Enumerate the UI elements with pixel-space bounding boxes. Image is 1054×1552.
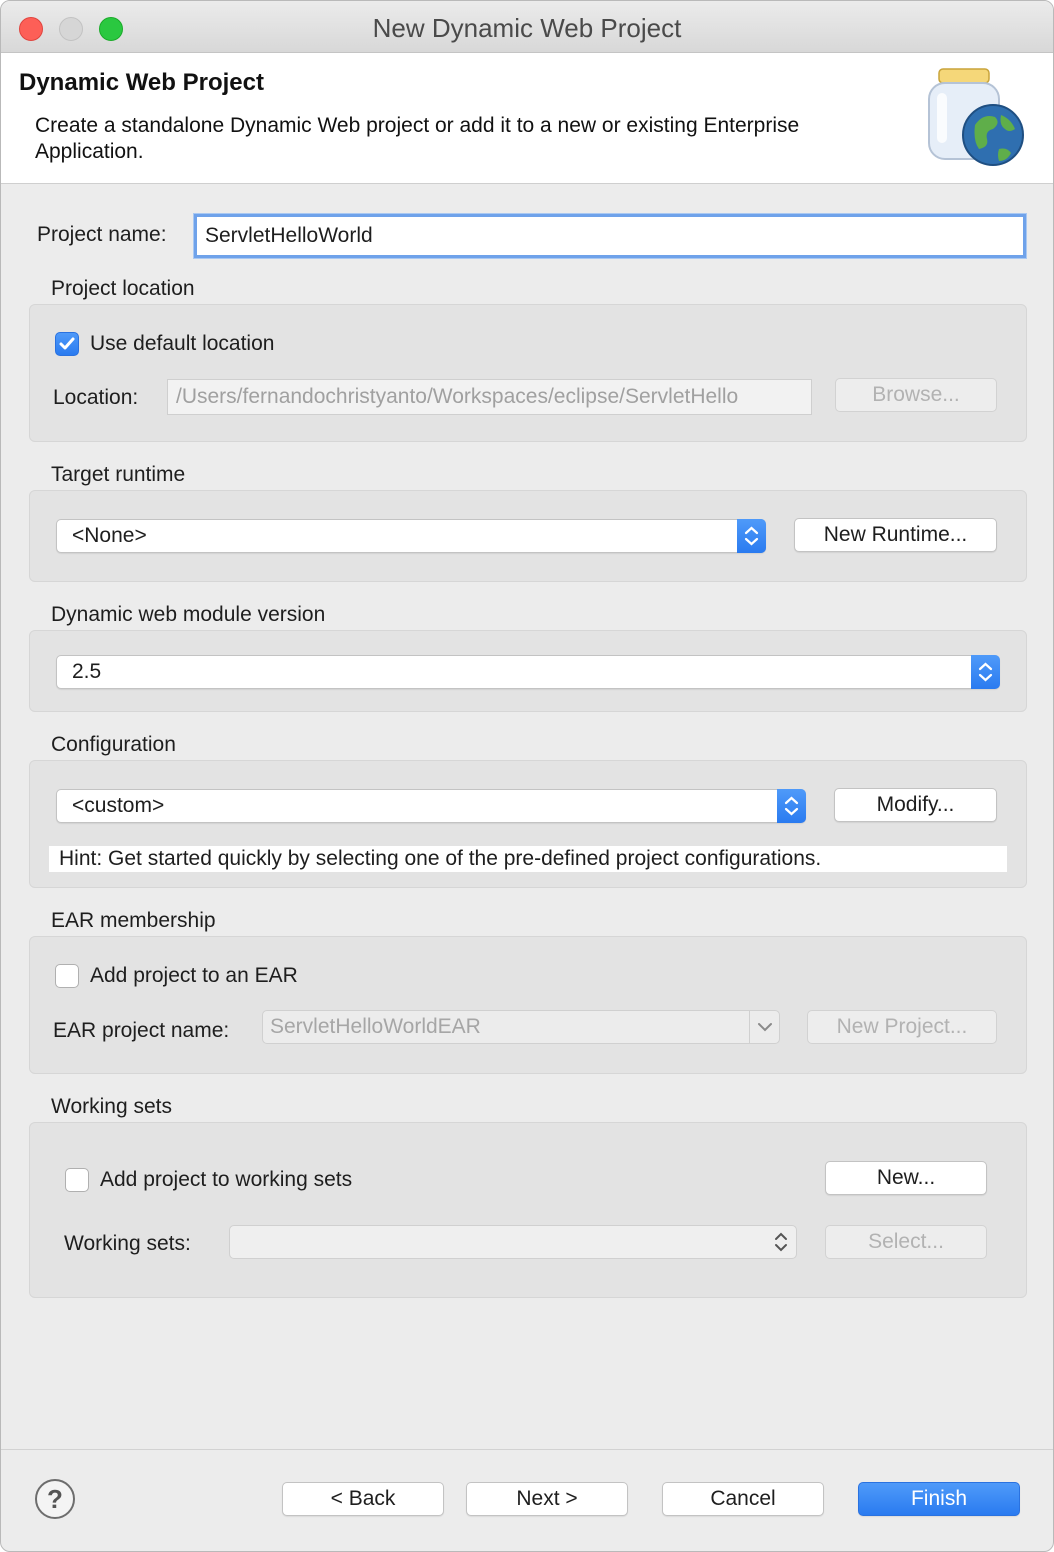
back-button[interactable]: < Back	[282, 1482, 444, 1516]
project-location-heading: Project location	[51, 277, 195, 300]
use-default-location-checkbox[interactable]	[55, 332, 79, 356]
configuration-heading: Configuration	[51, 733, 176, 756]
next-button[interactable]: Next >	[466, 1482, 628, 1516]
add-to-ear-checkbox[interactable]	[55, 964, 79, 988]
module-version-heading: Dynamic web module version	[51, 603, 326, 626]
target-runtime-heading: Target runtime	[51, 463, 186, 486]
target-runtime-group: <None> New Runtime...	[29, 490, 1027, 582]
select-working-sets-button: Select...	[825, 1225, 987, 1259]
window-title: New Dynamic Web Project	[372, 13, 682, 43]
banner-title: Dynamic Web Project	[19, 69, 264, 96]
module-version-group: 2.5	[29, 630, 1027, 712]
ear-membership-heading: EAR membership	[51, 909, 216, 932]
new-runtime-button[interactable]: New Runtime...	[794, 518, 997, 552]
project-name-label: Project name:	[37, 223, 167, 246]
use-default-location-label: Use default location	[90, 332, 275, 355]
ear-project-name-label: EAR project name:	[53, 1019, 230, 1042]
add-to-working-sets-checkbox[interactable]	[65, 1168, 89, 1192]
project-location-group: Use default location Location: /Users/fe…	[29, 304, 1027, 442]
footer-divider	[1, 1449, 1053, 1450]
location-input: /Users/fernandochristyanto/Workspaces/ec…	[167, 379, 812, 415]
checkmark-icon	[59, 337, 75, 350]
chevron-down-icon	[749, 1011, 779, 1043]
configuration-select[interactable]: <custom>	[56, 789, 806, 823]
browse-button: Browse...	[835, 378, 997, 412]
ear-project-name-select: ServletHelloWorldEAR	[262, 1010, 780, 1044]
working-sets-select	[229, 1225, 797, 1259]
up-down-arrows-icon	[766, 1226, 796, 1258]
target-runtime-select[interactable]: <None>	[56, 519, 766, 553]
up-down-arrows-icon	[737, 519, 766, 553]
dialog-window: New Dynamic Web Project Dynamic Web Proj…	[0, 0, 1054, 1552]
new-working-set-button[interactable]: New...	[825, 1161, 987, 1195]
target-runtime-value: <None>	[72, 524, 147, 547]
project-name-input[interactable]: ServletHelloWorld	[194, 214, 1026, 258]
title-bar[interactable]: New Dynamic Web Project	[1, 1, 1053, 53]
configuration-hint: Hint: Get started quickly by selecting o…	[49, 846, 1007, 872]
web-project-jar-globe-icon	[928, 68, 1024, 166]
wizard-banner: Dynamic Web Project Create a standalone …	[1, 53, 1053, 184]
configuration-value: <custom>	[72, 794, 165, 817]
add-to-ear-label: Add project to an EAR	[90, 964, 298, 987]
location-label: Location:	[53, 386, 139, 409]
add-to-working-sets-label: Add project to working sets	[100, 1168, 353, 1191]
help-button[interactable]: ?	[35, 1479, 75, 1519]
module-version-value: 2.5	[72, 660, 102, 683]
banner-description: Create a standalone Dynamic Web project …	[35, 114, 800, 163]
ear-membership-group: Add project to an EAR EAR project name: …	[29, 936, 1027, 1074]
up-down-arrows-icon	[777, 789, 806, 823]
working-sets-group: Add project to working sets New... Worki…	[29, 1122, 1027, 1298]
up-down-arrows-icon	[971, 655, 1000, 689]
modify-button[interactable]: Modify...	[834, 788, 997, 822]
module-version-select[interactable]: 2.5	[56, 655, 1000, 689]
cancel-button[interactable]: Cancel	[662, 1482, 824, 1516]
ear-project-name-value: ServletHelloWorldEAR	[270, 1015, 481, 1038]
working-sets-heading: Working sets	[51, 1095, 172, 1118]
working-sets-label: Working sets:	[64, 1232, 191, 1255]
new-ear-project-button: New Project...	[807, 1010, 997, 1044]
finish-button[interactable]: Finish	[858, 1482, 1020, 1516]
